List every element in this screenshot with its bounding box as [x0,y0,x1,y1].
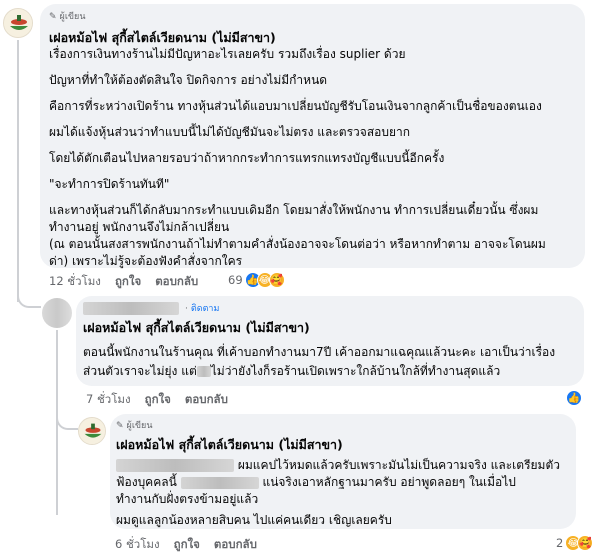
like-button[interactable]: ถูกใจ [145,391,171,409]
follow-badge: · ติดตาม [83,302,572,315]
pen-badge-icon: ✎ [116,421,124,431]
comment-time[interactable]: 7 ชั่วโมง [86,391,131,409]
comment-text: ผมแคปไว้หมดแล้วครับเพราะมันไม่เป็นความจร… [116,458,560,527]
comment-actions: 12 ชั่วโมง ถูกใจ ตอบกลับ [49,273,212,291]
restaurant-avatar-icon [79,418,105,444]
reply-button[interactable]: ตอบกลับ [214,536,257,554]
thread-connector [17,288,41,308]
thread-line [17,40,19,302]
restaurant-avatar-icon [4,9,32,37]
author-badge: ✎ ผู้เขียน [116,421,153,431]
redacted-mention [116,459,234,472]
like-button[interactable]: ถูกใจ [174,536,200,554]
comment-text: ตอนนี้พนักงานในร้านคุณ ที่เค้าบอกทำงานมา… [83,345,556,378]
author-badge: ✎ ผู้เขียน [49,12,86,22]
reaction-count: 69 [228,273,243,287]
reaction-summary[interactable]: 2 😂 🥰 [556,535,594,551]
reaction-summary[interactable]: 👍 [566,390,582,406]
thread-connector [56,408,78,430]
care-reaction-icon: 🥰 [268,272,285,288]
comment-bubble: ✎ ผู้เขียน เฝอหม้อไฟ สุกี้สไตล์เวียดนาม … [110,414,576,529]
author-avatar[interactable] [78,417,106,445]
comment-time[interactable]: 12 ชั่วโมง [49,273,101,291]
care-reaction-icon: 🥰 [577,535,594,551]
like-button[interactable]: ถูกใจ [115,273,141,291]
redacted-name [83,302,179,315]
pen-badge-icon: ✎ [49,12,57,22]
comment-actions: 6 ชั่วโมง ถูกใจ ตอบกลับ [115,536,271,554]
author-avatar[interactable] [3,8,33,38]
comment-actions: 7 ชั่วโมง ถูกใจ ตอบกลับ [86,391,242,409]
like-reaction-icon: 👍 [566,390,582,406]
reply-button[interactable]: ตอบกลับ [185,391,228,409]
reaction-count: 2 [556,536,564,550]
reaction-summary[interactable]: 69 👍 😂 🥰 [228,272,285,288]
comment-author[interactable]: เฝอหม้อไฟ สุกี้สไตล์เวียดนาม (ไม่มีสาขา) [83,319,572,337]
redacted-text [196,366,211,377]
comment-bubble: · ติดตาม เฝอหม้อไฟ สุกี้สไตล์เวียดนาม (ไ… [76,296,584,386]
follow-icon: · [185,303,188,314]
commenter-avatar[interactable] [42,298,72,328]
redacted-name [180,476,259,489]
reply-button[interactable]: ตอบกลับ [155,273,198,291]
comment-bubble: ✎ ผู้เขียน เฝอหม้อไฟ สุกี้สไตล์เวียดนาม … [40,4,585,268]
comment-text: เรื่องการเงินทางร้านไม่มีปัญหาอะไรเลยครั… [49,47,546,268]
comment-author[interactable]: เฝอหม้อไฟ สุกี้สไตล์เวียดนาม (ไม่มีสาขา) [116,436,564,454]
comment-time[interactable]: 6 ชั่วโมง [115,536,160,554]
comment-author[interactable]: เฝอหม้อไฟ สุกี้สไตล์เวียดนาม (ไม่มีสาขา) [49,29,573,47]
